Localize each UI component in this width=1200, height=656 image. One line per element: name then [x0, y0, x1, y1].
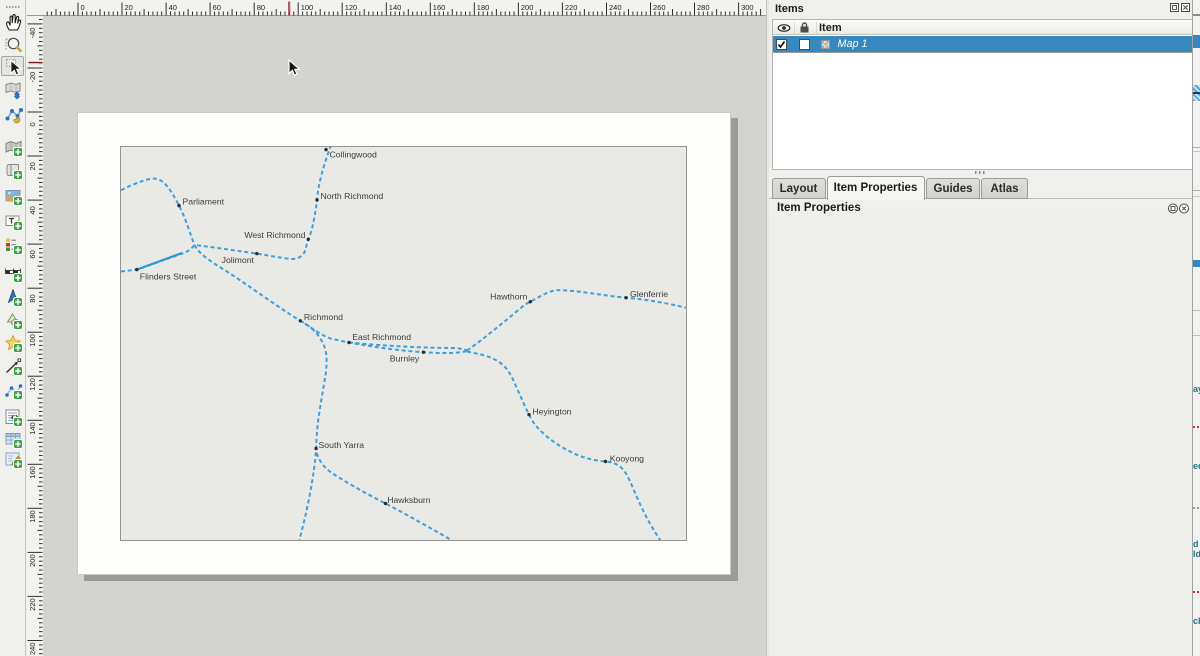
svg-text:Hawksburn: Hawksburn [387, 495, 431, 505]
svg-text:North Richmond: North Richmond [321, 191, 384, 201]
svg-text:40: 40 [28, 206, 37, 214]
svg-text:Collingwood: Collingwood [330, 150, 377, 160]
svg-text:200: 200 [28, 554, 37, 567]
svg-text:West Richmond: West Richmond [244, 230, 305, 240]
svg-text:40: 40 [169, 3, 177, 12]
svg-text:240: 240 [609, 3, 622, 12]
svg-text:60: 60 [213, 3, 221, 12]
svg-text:0: 0 [81, 3, 85, 12]
svg-text:20: 20 [28, 162, 37, 170]
svg-text:220: 220 [28, 598, 37, 611]
svg-text:Kooyong: Kooyong [610, 454, 644, 464]
svg-text:120: 120 [28, 378, 37, 391]
svg-text:220: 220 [565, 3, 578, 12]
svg-text:Jolimont: Jolimont [222, 255, 255, 265]
svg-text:180: 180 [28, 510, 37, 523]
svg-text:East Richmond: East Richmond [352, 332, 411, 342]
svg-text:20: 20 [125, 3, 133, 12]
svg-text:80: 80 [28, 294, 37, 302]
svg-text:180: 180 [477, 3, 490, 12]
svg-text:260: 260 [653, 3, 666, 12]
svg-text:160: 160 [28, 466, 37, 479]
svg-text:Flinders Street: Flinders Street [140, 272, 197, 282]
svg-text:200: 200 [521, 3, 534, 12]
svg-text:Hawthorn: Hawthorn [490, 292, 527, 302]
svg-text:-40: -40 [28, 28, 37, 39]
svg-text:140: 140 [28, 422, 37, 435]
svg-text:South Yarra: South Yarra [319, 440, 365, 450]
svg-text:Glenferrie: Glenferrie [630, 289, 668, 299]
svg-text:Parliament: Parliament [183, 197, 225, 207]
svg-text:0: 0 [28, 122, 37, 126]
svg-text:-20: -20 [28, 72, 37, 83]
svg-text:240: 240 [28, 642, 37, 655]
svg-text:80: 80 [257, 3, 265, 12]
svg-text:Richmond: Richmond [304, 312, 343, 322]
svg-text:60: 60 [28, 250, 37, 258]
svg-text:100: 100 [28, 334, 37, 347]
svg-text:300: 300 [741, 3, 754, 12]
svg-text:Burnley: Burnley [390, 354, 420, 364]
svg-text:Heyington: Heyington [532, 407, 571, 417]
svg-text:140: 140 [389, 3, 402, 12]
svg-text:280: 280 [697, 3, 710, 12]
svg-text:100: 100 [301, 3, 314, 12]
svg-text:120: 120 [345, 3, 358, 12]
svg-text:160: 160 [433, 3, 446, 12]
